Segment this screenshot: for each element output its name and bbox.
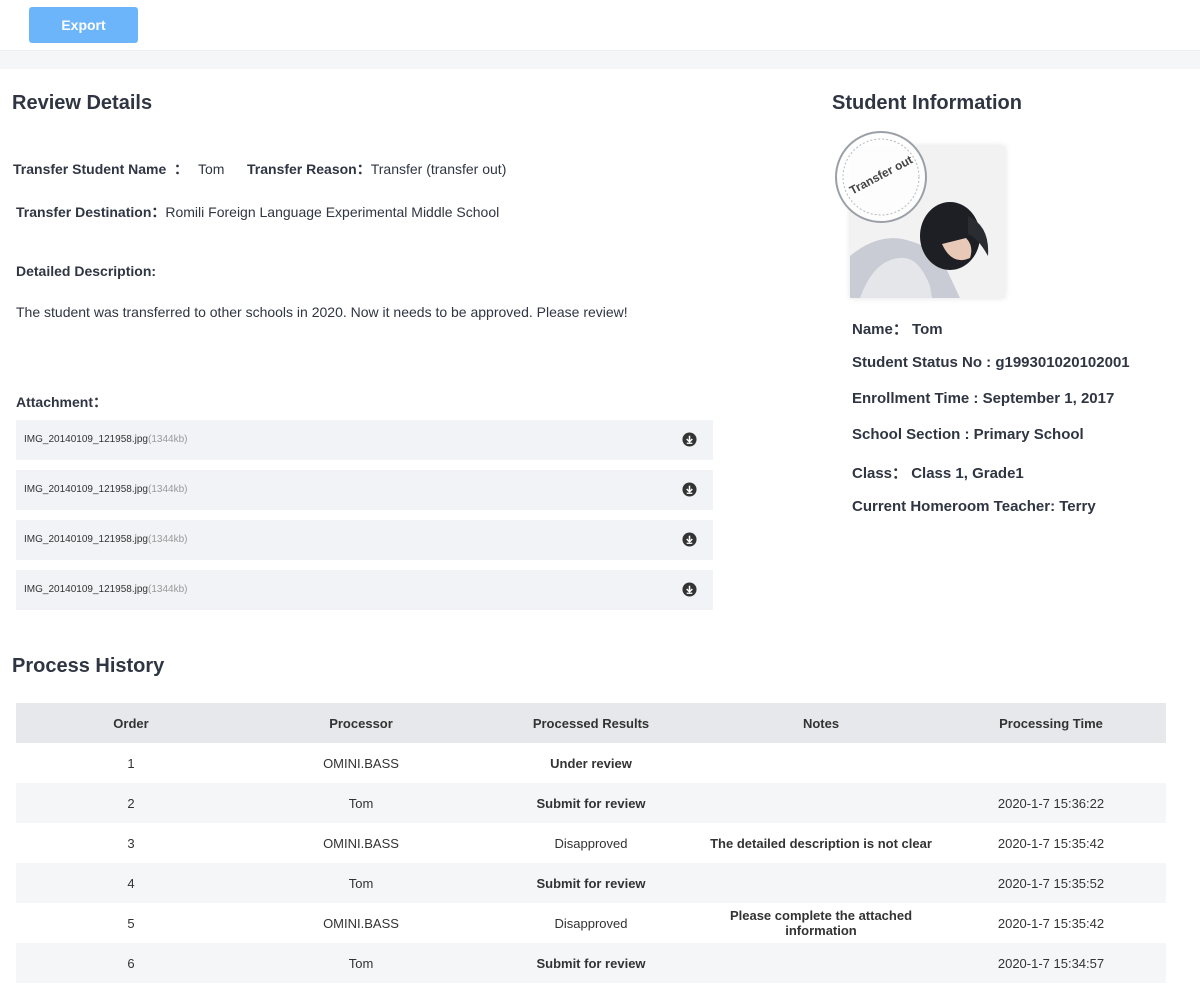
attachment-file-size: (1344kb) [148,434,188,445]
cell-notes: The detailed description is not clear [710,835,932,851]
attachment-file-size: (1344kb) [148,484,188,495]
cell-processor: Tom [246,863,476,903]
student-class: Class： Class 1, Grade1 [852,465,1024,482]
export-button[interactable]: Export [29,7,138,43]
transfer-student-name-label: Transfer Student Name ： [13,161,189,177]
cell-time: 2020-1-7 15:34:57 [936,943,1166,983]
attachment-item[interactable]: IMG_20140109_121958.jpg(1344kb) [16,520,713,560]
cell-order: 4 [16,863,246,903]
cell-result: Submit for review [476,863,706,903]
table-row: 6 Tom Submit for review 2020-1-7 15:34:5… [16,943,1166,983]
student-name: Name： Tom [852,321,943,338]
review-details-title: Review Details [12,92,153,114]
download-icon[interactable] [682,582,697,597]
column-header-notes: Notes [706,703,936,743]
cell-order: 3 [127,835,135,851]
attachment-file-size: (1344kb) [148,534,188,545]
cell-notes [706,943,936,983]
detailed-description-label: Detailed Description: [16,263,157,279]
top-toolbar: Export [0,0,1200,51]
attachment-item[interactable]: IMG_20140109_121958.jpg(1344kb) [16,570,713,610]
attachment-item[interactable]: IMG_20140109_121958.jpg(1344kb) [16,470,713,510]
column-header-results: Processed Results [476,703,706,743]
attachment-name-wrap: IMG_20140109_121958.jpg(1344kb) [24,434,187,445]
transfer-reason-field: Transfer Reason：Transfer (transfer out) [247,159,506,179]
transfer-destination-value: Romili Foreign Language Experimental Mid… [165,204,500,220]
attachment-name-wrap: IMG_20140109_121958.jpg(1344kb) [24,484,187,495]
cell-time [936,743,1166,783]
cell-notes [706,863,936,903]
attachment-name-wrap: IMG_20140109_121958.jpg(1344kb) [24,584,187,595]
attachment-name-wrap: IMG_20140109_121958.jpg(1344kb) [24,534,187,545]
cell-order: 1 [127,755,135,771]
cell-notes [706,783,936,823]
cell-time: 2020-1-7 15:35:52 [936,863,1166,903]
column-header-time: Processing Time [936,703,1166,743]
attachment-label: Attachment： [16,394,108,410]
transfer-destination-field: Transfer Destination：Romili Foreign Lang… [16,202,499,222]
transfer-destination-label: Transfer Destination： [16,204,166,220]
cell-notes: Please complete the attached information [729,908,913,938]
attachment-file-name: IMG_20140109_121958.jpg [24,484,148,495]
table-row: 2 Tom Submit for review 2020-1-7 15:36:2… [16,783,1166,823]
header-divider [0,51,1200,69]
cell-processor: OMINI.BASS [323,915,399,931]
download-icon[interactable] [682,532,697,547]
school-section: School Section : Primary School [852,426,1084,443]
cell-processor: OMINI.BASS [323,835,399,851]
cell-processor: Tom [246,783,476,823]
cell-notes [706,743,936,783]
attachment-file-name: IMG_20140109_121958.jpg [24,584,148,595]
cell-time: 2020-1-7 15:35:42 [997,915,1105,931]
cell-order: 5 [127,915,135,931]
detailed-description-text: The student was transferred to other sch… [16,304,628,320]
table-row: 3 OMINI.BASS Disapproved The detailed de… [16,823,1166,863]
download-icon[interactable] [682,482,697,497]
cell-result: Disapproved [554,835,628,851]
process-history-table: Order Processor Processed Results Notes … [16,703,1166,983]
attachment-file-size: (1344kb) [148,584,188,595]
cell-time: 2020-1-7 15:36:22 [936,783,1166,823]
cell-processor: Tom [246,943,476,983]
column-header-processor: Processor [246,703,476,743]
column-header-order: Order [16,703,246,743]
transfer-student-name-value: Tom [197,161,225,177]
homeroom-teacher: Current Homeroom Teacher: Terry [852,498,1096,515]
transfer-reason-value: Transfer (transfer out) [370,161,507,177]
cell-order: 6 [16,943,246,983]
cell-result: Submit for review [476,783,706,823]
download-icon[interactable] [682,432,697,447]
cell-result: Submit for review [476,943,706,983]
attachment-list: IMG_20140109_121958.jpg(1344kb) IMG_2014… [16,420,713,620]
cell-result: Under review [550,755,632,771]
table-row: 4 Tom Submit for review 2020-1-7 15:35:5… [16,863,1166,903]
table-header-row: Order Processor Processed Results Notes … [16,703,1166,743]
enrollment-time: Enrollment Time : September 1, 2017 [852,390,1115,407]
process-history-title: Process History [12,655,165,677]
transfer-reason-label: Transfer Reason： [247,161,371,177]
table-row: 1 OMINI.BASS Under review [16,743,1166,783]
cell-processor: OMINI.BASS [323,755,399,771]
cell-result: Disapproved [554,915,628,931]
transfer-student-name-field: Transfer Student Name ： Tom [13,159,224,179]
cell-time: 2020-1-7 15:35:42 [997,835,1105,851]
attachment-item[interactable]: IMG_20140109_121958.jpg(1344kb) [16,420,713,460]
attachment-file-name: IMG_20140109_121958.jpg [24,534,148,545]
student-status-no: Student Status No : g199301020102001 [852,354,1130,371]
attachment-file-name: IMG_20140109_121958.jpg [24,434,148,445]
student-information-title: Student Information [832,92,1022,114]
cell-order: 2 [16,783,246,823]
table-row: 5 OMINI.BASS Disapproved Please complete… [16,903,1166,943]
